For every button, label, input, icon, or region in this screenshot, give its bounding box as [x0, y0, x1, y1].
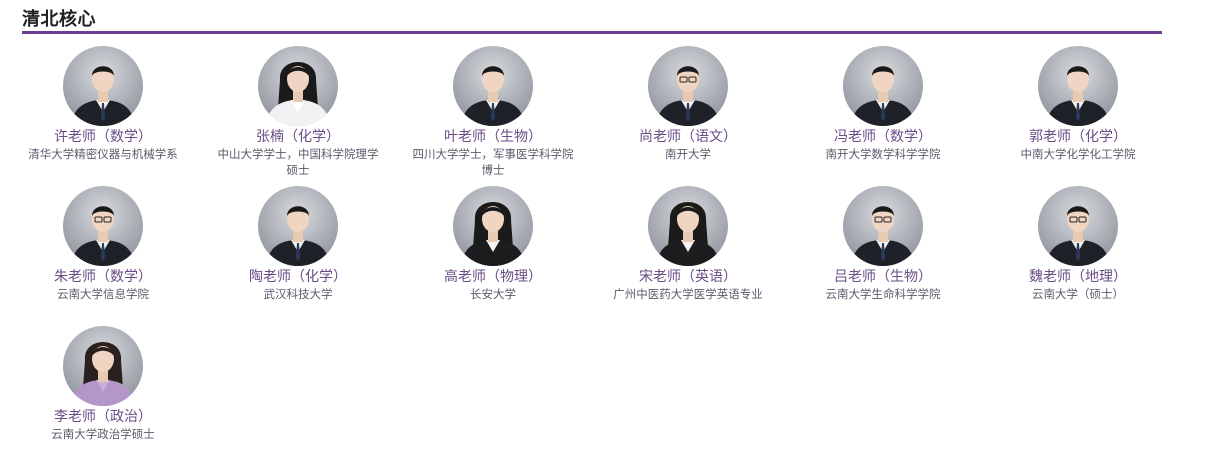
section-title: 清北核心	[22, 9, 96, 30]
teacher-name[interactable]: 陶老师（化学）	[213, 268, 383, 286]
teacher-avatar[interactable]	[843, 186, 923, 266]
teacher-avatar[interactable]	[453, 186, 533, 266]
teacher-school: 中山大学学士，中国科学院理学硕士	[217, 147, 379, 177]
teacher-school: 南开大学	[665, 147, 711, 161]
female-long-hair-teacher-photo	[656, 202, 720, 266]
teacher-avatar[interactable]	[63, 46, 143, 126]
teacher-card[interactable]: 郭老师（化学） 中南大学化学化工学院	[993, 46, 1163, 162]
female-white-blouse-teacher-photo	[266, 62, 330, 126]
teacher-name[interactable]: 宋老师（英语）	[603, 268, 773, 286]
teacher-school: 云南大学（硕士）	[1032, 287, 1124, 301]
teacher-avatar[interactable]	[1038, 186, 1118, 266]
teacher-avatar[interactable]	[843, 46, 923, 126]
teacher-avatar[interactable]	[258, 186, 338, 266]
teacher-school: 中南大学化学化工学院	[1020, 147, 1136, 161]
female-long-hair-teacher-photo	[461, 202, 525, 266]
teacher-avatar[interactable]	[1038, 46, 1118, 126]
male-dark-suit-teacher-photo	[461, 66, 525, 126]
male-suit-teacher-photo	[1046, 66, 1110, 126]
teacher-card[interactable]: 高老师（物理） 长安大学	[408, 186, 578, 302]
male-suit-teacher-photo	[71, 66, 135, 126]
teacher-school: 武汉科技大学	[263, 287, 333, 301]
teacher-school: 广州中医药大学医学英语专业	[613, 287, 763, 301]
teacher-avatar[interactable]	[63, 186, 143, 266]
teacher-name[interactable]: 朱老师（数学）	[18, 268, 188, 286]
male-glasses-teacher-photo	[851, 206, 915, 266]
teacher-card[interactable]: 陶老师（化学） 武汉科技大学	[213, 186, 383, 302]
teacher-school: 云南大学信息学院	[57, 287, 149, 301]
teacher-card[interactable]: 朱老师（数学） 云南大学信息学院	[18, 186, 188, 302]
teacher-avatar[interactable]	[648, 186, 728, 266]
teacher-name[interactable]: 许老师（数学）	[18, 128, 188, 146]
teacher-school: 四川大学学士，军事医学科学院博士	[412, 147, 574, 177]
teacher-section: 清北核心	[22, 0, 1162, 34]
teacher-name[interactable]: 叶老师（生物）	[408, 128, 578, 146]
teacher-card[interactable]: 尚老师（语文） 南开大学	[603, 46, 773, 162]
teacher-avatar[interactable]	[453, 46, 533, 126]
female-purple-sweater-teacher-photo	[71, 342, 135, 406]
male-glasses-teacher-photo	[656, 66, 720, 126]
teacher-card[interactable]: 吕老师（生物） 云南大学生命科学学院	[798, 186, 968, 302]
teacher-avatar[interactable]	[648, 46, 728, 126]
teacher-name[interactable]: 高老师（物理）	[408, 268, 578, 286]
teacher-avatar[interactable]	[63, 326, 143, 406]
teacher-school: 清华大学精密仪器与机械学系	[28, 147, 178, 161]
male-suit-teacher-photo	[266, 206, 330, 266]
section-header: 清北核心	[22, 0, 1162, 34]
teacher-card[interactable]: 张楠（化学） 中山大学学士，中国科学院理学硕士	[213, 46, 383, 178]
teacher-name[interactable]: 吕老师（生物）	[798, 268, 968, 286]
teacher-school: 南开大学数学科学学院	[825, 147, 941, 161]
teacher-name[interactable]: 郭老师（化学）	[993, 128, 1163, 146]
teacher-card[interactable]: 宋老师（英语） 广州中医药大学医学英语专业	[603, 186, 773, 302]
teacher-name[interactable]: 李老师（政治）	[18, 408, 188, 426]
male-glasses-teacher-photo	[1046, 206, 1110, 266]
teacher-school: 云南大学政治学硕士	[51, 427, 155, 441]
teacher-name[interactable]: 魏老师（地理）	[993, 268, 1163, 286]
teacher-card[interactable]: 许老师（数学） 清华大学精密仪器与机械学系	[18, 46, 188, 162]
teacher-name[interactable]: 尚老师（语文）	[603, 128, 773, 146]
male-glasses-teacher-photo	[71, 206, 135, 266]
male-suit-teacher-photo	[851, 66, 915, 126]
teacher-school: 长安大学	[470, 287, 516, 301]
teacher-name[interactable]: 冯老师（数学）	[798, 128, 968, 146]
teacher-school: 云南大学生命科学学院	[825, 287, 941, 301]
teacher-card[interactable]: 魏老师（地理） 云南大学（硕士）	[993, 186, 1163, 302]
teacher-card[interactable]: 叶老师（生物） 四川大学学士，军事医学科学院博士	[408, 46, 578, 178]
teacher-card[interactable]: 冯老师（数学） 南开大学数学科学学院	[798, 46, 968, 162]
teacher-name[interactable]: 张楠（化学）	[213, 128, 383, 146]
teacher-card[interactable]: 李老师（政治） 云南大学政治学硕士	[18, 326, 188, 442]
teacher-avatar[interactable]	[258, 46, 338, 126]
